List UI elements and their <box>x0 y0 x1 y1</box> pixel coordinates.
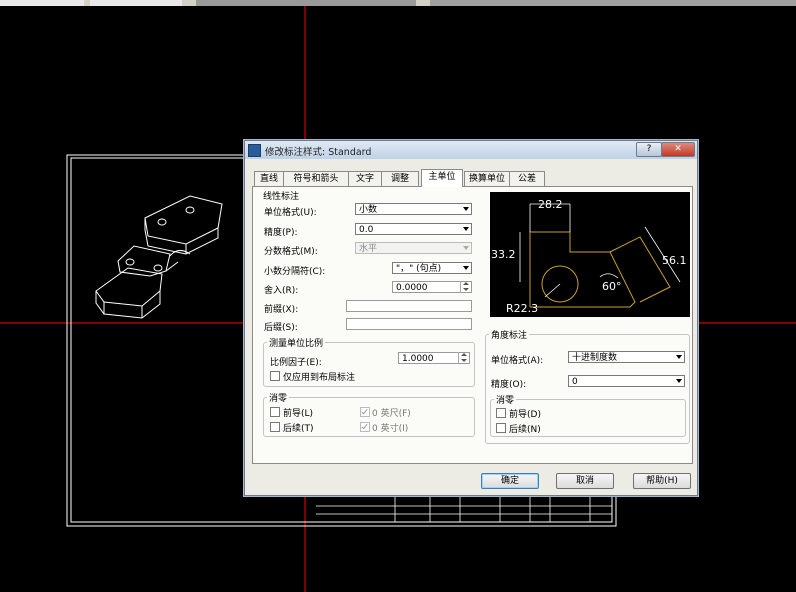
preview-dim-right: 56.1 <box>662 254 687 267</box>
zero-angular-title: 消零 <box>494 393 517 406</box>
chevron-down-icon <box>676 355 682 359</box>
preview-dim-angle: 60° <box>602 280 622 293</box>
app-icon <box>248 144 261 157</box>
preview-dim-radius: R22.3 <box>506 302 538 315</box>
preview-dim-left: 33.2 <box>491 248 516 261</box>
decimal-separator-value: "，" (句点) <box>396 264 442 274</box>
tab-tolerances[interactable]: 公差 <box>509 171 545 186</box>
modify-dimension-style-dialog: 修改标注样式: Standard ? ✕ 直线 符号和箭头 文字 调整 主单位 … <box>244 140 698 496</box>
help-caption-button[interactable]: ? <box>636 142 662 157</box>
scale-factor-spinner[interactable] <box>458 352 469 364</box>
zero-linear-title: 消零 <box>267 391 290 404</box>
precision-value: 0.0 <box>359 225 374 235</box>
preview-image: 28.2 33.2 56.1 60° R22.3 <box>490 192 690 317</box>
chevron-down-icon <box>463 266 469 270</box>
dialog-title: 修改标注样式: Standard <box>265 147 372 158</box>
scale-factor-value: 1.0000 <box>402 354 434 364</box>
spin-up-icon <box>463 282 469 285</box>
close-button[interactable]: ✕ <box>661 142 695 157</box>
scale-group-title: 测量单位比例 <box>267 336 326 349</box>
ok-button[interactable]: 确定 <box>481 473 539 489</box>
decimal-separator-select[interactable]: "，" (句点) <box>392 262 472 274</box>
isometric-part-drawing <box>95 195 223 319</box>
decimal-separator-label: 小数分隔符(C): <box>264 267 326 277</box>
tab-lines[interactable]: 直线 <box>254 171 284 186</box>
roundoff-spinner[interactable] <box>460 281 471 293</box>
chevron-down-icon <box>463 207 469 211</box>
suffix-label: 后缀(S): <box>264 323 298 333</box>
inches-zero-label: 0 英寸(I) <box>372 424 409 434</box>
roundoff-input[interactable]: 0.0000 <box>392 281 472 293</box>
fraction-format-label: 分数格式(M): <box>264 247 318 257</box>
feet-zero-label: 0 英尺(F) <box>372 409 411 419</box>
roundoff-label: 舍入(R): <box>264 286 299 296</box>
precision-label: 精度(P): <box>264 228 298 238</box>
fraction-format-value: 水平 <box>359 244 378 254</box>
spin-up-icon <box>461 353 467 356</box>
tab-fit[interactable]: 调整 <box>381 171 419 186</box>
prefix-label: 前缀(X): <box>264 305 299 315</box>
trailing-zero-checkbox[interactable] <box>270 422 280 432</box>
spin-down-icon <box>461 359 467 362</box>
tab-primary-units[interactable]: 主单位 <box>421 169 463 187</box>
angular-trailing-zero-checkbox[interactable] <box>496 423 506 433</box>
feet-zero-checkbox <box>360 407 370 417</box>
angular-precision-value: 0 <box>572 377 578 387</box>
inches-zero-checkbox <box>360 422 370 432</box>
dialog-titlebar[interactable]: 修改标注样式: Standard ? ✕ <box>245 141 697 159</box>
unit-format-select[interactable]: 小数 <box>355 203 472 215</box>
angular-trailing-zero-label: 后续(N) <box>509 425 541 435</box>
linear-group-title: 线性标注 <box>263 192 300 202</box>
chevron-down-icon <box>463 227 469 231</box>
angular-precision-select[interactable]: 0 <box>568 375 685 387</box>
cancel-button[interactable]: 取消 <box>556 473 614 489</box>
angular-unit-format-value: 十进制度数 <box>572 353 618 363</box>
scale-factor-label: 比例因子(E): <box>270 358 322 368</box>
angular-precision-label: 精度(O): <box>491 380 527 390</box>
angular-leading-zero-checkbox[interactable] <box>496 408 506 418</box>
unit-format-value: 小数 <box>359 205 378 215</box>
trailing-zero-label: 后续(T) <box>283 424 314 434</box>
unit-format-label: 单位格式(U): <box>264 208 317 218</box>
layout-only-label: 仅应用到布局标注 <box>283 373 356 383</box>
scale-factor-input[interactable]: 1.0000 <box>398 352 470 364</box>
spin-down-icon <box>463 288 469 291</box>
fraction-format-select: 水平 <box>355 242 472 254</box>
tab-text[interactable]: 文字 <box>348 171 382 186</box>
prefix-input[interactable] <box>346 300 472 312</box>
leading-zero-checkbox[interactable] <box>270 407 280 417</box>
chevron-down-icon <box>463 246 469 250</box>
angular-unit-format-select[interactable]: 十进制度数 <box>568 351 685 363</box>
precision-select[interactable]: 0.0 <box>355 223 472 235</box>
angular-group-title: 角度标注 <box>489 328 530 341</box>
primary-units-panel: 线性标注 单位格式(U): 小数 精度(P): 0.0 分数格式(M): 水平 … <box>252 186 693 464</box>
angular-leading-zero-label: 前导(D) <box>509 410 541 420</box>
roundoff-value: 0.0000 <box>396 283 428 293</box>
tab-alternate-units[interactable]: 换算单位 <box>464 171 510 186</box>
layout-only-checkbox[interactable] <box>270 371 280 381</box>
preview-dim-top: 28.2 <box>538 198 563 211</box>
help-button[interactable]: 帮助(H) <box>633 473 691 489</box>
angular-unit-format-label: 单位格式(A): <box>491 356 544 366</box>
tab-symbols-arrows[interactable]: 符号和箭头 <box>283 171 349 186</box>
title-block <box>316 494 612 522</box>
leading-zero-label: 前导(L) <box>283 409 314 419</box>
suffix-input[interactable] <box>346 318 472 330</box>
chevron-down-icon <box>676 379 682 383</box>
